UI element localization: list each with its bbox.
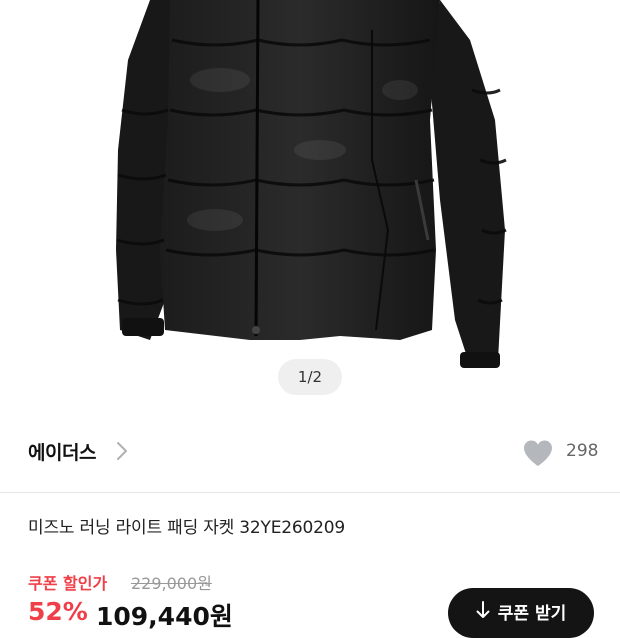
- divider: [0, 492, 620, 493]
- brand-name[interactable]: 에이더스: [28, 438, 96, 465]
- brand-row[interactable]: 에이더스 298: [0, 425, 620, 479]
- heart-icon[interactable]: [522, 439, 554, 467]
- get-coupon-label: 쿠폰 받기: [497, 604, 567, 624]
- product-title: 미즈노 러닝 라이트 패딩 자켓 32YE260209: [28, 518, 345, 538]
- original-price: 229,000원: [131, 574, 212, 593]
- download-arrow-icon: [476, 601, 490, 618]
- sale-price: 109,440원: [96, 602, 233, 631]
- product-image-gallery[interactable]: 1/2: [0, 0, 620, 410]
- discount-rate: 52%: [28, 597, 88, 626]
- image-pager-indicator: 1/2: [278, 359, 342, 395]
- product-image: [116, 0, 507, 368]
- get-coupon-button[interactable]: 쿠폰 받기: [448, 588, 594, 638]
- coupon-price-label: 쿠폰 할인가: [28, 574, 108, 593]
- chevron-right-icon[interactable]: [116, 441, 128, 461]
- like-count: 298: [566, 441, 599, 461]
